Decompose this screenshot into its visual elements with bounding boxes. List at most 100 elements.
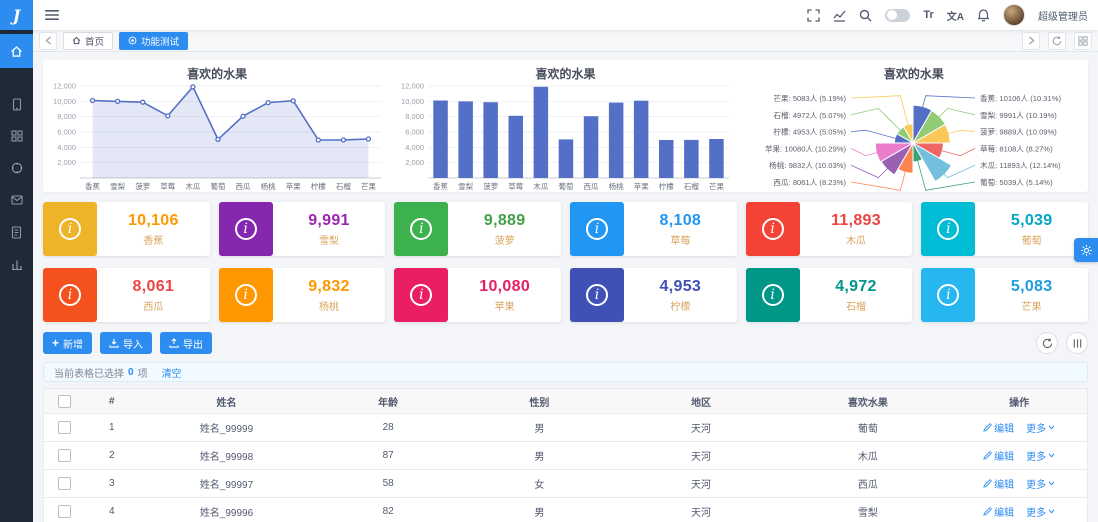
user-avatar[interactable] xyxy=(1003,4,1025,26)
fullscreen-button[interactable] xyxy=(807,8,821,22)
search-button[interactable] xyxy=(859,9,872,22)
edit-button[interactable]: 编辑 xyxy=(983,448,1014,463)
more-button[interactable]: 更多 xyxy=(1026,504,1055,519)
svg-text:菠萝: 9889人 (10.09%): 菠萝: 9889人 (10.09%) xyxy=(980,127,1057,137)
stat-label: 柠檬 xyxy=(670,301,691,313)
tab-function-test[interactable]: 功能测试 xyxy=(119,31,189,50)
app-logo[interactable]: J xyxy=(0,0,33,30)
line-chart-panel: 喜欢的水果 2,000 4,000 6,000 8,000 10,000 12,000 香蕉… xyxy=(43,60,391,192)
sidebar-item-devices[interactable] xyxy=(0,88,33,120)
tabbar-controls xyxy=(1022,31,1092,50)
svg-text:木瓜: 木瓜 xyxy=(185,181,200,191)
pie-rose-chart: 香蕉: 10106人 (10.31%) 雪梨: 9991人 (10.19%) 菠萝:… xyxy=(765,93,1062,191)
theme-toggle-switch[interactable] xyxy=(885,8,911,22)
table-refresh-button[interactable] xyxy=(1036,332,1058,354)
row-index: 4 xyxy=(109,506,115,517)
stat-card-body: 5,039 葡萄 xyxy=(975,202,1088,256)
column-header: 年龄 xyxy=(378,397,399,409)
stat-value: 9,991 xyxy=(308,211,350,229)
translate-button[interactable]: 文A xyxy=(947,8,964,23)
row-checkbox[interactable] xyxy=(44,505,86,518)
theme-settings-button[interactable] xyxy=(1074,238,1098,262)
notifications-button[interactable] xyxy=(977,8,990,22)
import-icon xyxy=(109,338,119,348)
cell-age: 58 xyxy=(382,478,394,489)
menu-toggle-button[interactable] xyxy=(45,9,59,21)
stat-card-body: 8,108 草莓 xyxy=(624,202,737,256)
stat-label: 葡萄 xyxy=(1021,235,1042,247)
more-button[interactable]: 更多 xyxy=(1026,476,1055,491)
stat-card: i 9,889 菠萝 xyxy=(394,202,561,256)
import-button[interactable]: 导入 xyxy=(100,332,153,354)
edit-button[interactable]: 编辑 xyxy=(983,504,1014,519)
stat-value: 5,039 xyxy=(1010,211,1053,229)
clear-selection-button[interactable]: 清空 xyxy=(162,365,182,380)
svg-text:草莓: 草莓 xyxy=(508,181,523,191)
more-button[interactable]: 更多 xyxy=(1026,448,1055,463)
home-icon xyxy=(11,45,22,57)
row-index: 2 xyxy=(109,450,115,461)
text-size-button[interactable]: Tr xyxy=(923,9,933,21)
stat-value: 11,893 xyxy=(831,211,881,229)
svg-text:西瓜: 西瓜 xyxy=(584,182,599,191)
svg-text:香蕉: 香蕉 xyxy=(433,181,448,191)
export-button[interactable]: 导出 xyxy=(160,332,213,354)
stat-card-body: 9,832 杨桃 xyxy=(273,268,386,322)
row-index: 3 xyxy=(109,478,115,489)
edit-button[interactable]: 编辑 xyxy=(983,420,1014,435)
column-header: # xyxy=(109,395,115,407)
column-settings-button[interactable] xyxy=(1066,332,1088,354)
select-all-checkbox[interactable] xyxy=(44,394,86,408)
stat-card-body: 4,953 柠檬 xyxy=(624,268,737,322)
sidebar-item-home[interactable] xyxy=(0,34,33,68)
info-icon: i xyxy=(43,268,97,322)
charts-section: 喜欢的水果 2,000 4,000 6,000 8,000 10,000 12,000 香蕉… xyxy=(43,60,1088,192)
svg-text:苹果: 苹果 xyxy=(285,181,300,191)
layout-grid-button[interactable] xyxy=(1074,31,1092,50)
sidebar-item-docs[interactable] xyxy=(0,216,33,248)
cell-name: 姓名_99998 xyxy=(199,452,254,463)
svg-text:12,000: 12,000 xyxy=(53,82,76,91)
chevron-right-icon xyxy=(1028,36,1034,45)
column-header: 姓名 xyxy=(216,397,237,409)
bell-icon xyxy=(978,9,989,22)
bar-chart-icon xyxy=(11,260,22,270)
pencil-icon xyxy=(983,451,992,460)
row-checkbox[interactable] xyxy=(44,477,86,490)
cell-fruit: 葡萄 xyxy=(857,424,878,435)
tab-scroll-right-button[interactable] xyxy=(1022,31,1040,50)
info-icon: i xyxy=(745,268,800,322)
sidebar-item-mail[interactable] xyxy=(0,184,33,216)
table-row: 4 姓名_99996 82 男 天河 雪梨 编辑 更多 xyxy=(44,498,1087,522)
edit-button[interactable]: 编辑 xyxy=(983,476,1014,491)
info-icon: i xyxy=(218,268,273,322)
tab-scroll-left-button[interactable] xyxy=(39,31,57,50)
refresh-icon xyxy=(1042,338,1052,348)
row-checkbox[interactable] xyxy=(44,449,86,462)
tabs-refresh-button[interactable] xyxy=(1048,31,1066,50)
more-button[interactable]: 更多 xyxy=(1026,420,1055,435)
mail-icon xyxy=(10,195,23,205)
tab-home[interactable]: 首页 xyxy=(63,31,114,50)
info-icon: i xyxy=(921,268,976,322)
svg-text:石榴: 4972人 (5.07%): 石榴: 4972人 (5.07%) xyxy=(774,110,847,120)
stat-value: 9,889 xyxy=(483,211,526,229)
pie-chart-panel: 喜欢的水果 香蕉: 10106人 (10.31%) 雪梨: 9991人 (10.1… xyxy=(740,60,1088,192)
sidebar-item-apps[interactable] xyxy=(0,120,33,152)
refresh-icon xyxy=(1052,36,1062,45)
stat-value: 9,832 xyxy=(308,277,350,295)
stat-label: 石榴 xyxy=(845,301,866,313)
info-icon: i xyxy=(394,268,449,322)
row-checkbox[interactable] xyxy=(44,421,86,434)
svg-text:柠檬: 柠檬 xyxy=(659,181,675,191)
add-button[interactable]: + 新增 xyxy=(43,332,93,354)
sidebar-item-console[interactable] xyxy=(0,152,33,184)
cell-region: 天河 xyxy=(691,452,712,463)
chart-menu-button[interactable] xyxy=(833,9,846,22)
toolbar-right-controls xyxy=(1036,332,1088,354)
sidebar-item-reports[interactable] xyxy=(0,248,33,280)
svg-text:12,000: 12,000 xyxy=(401,82,424,91)
search-icon xyxy=(860,9,872,21)
tablet-icon xyxy=(12,97,21,111)
user-name[interactable]: 超级管理员 xyxy=(1038,8,1088,23)
